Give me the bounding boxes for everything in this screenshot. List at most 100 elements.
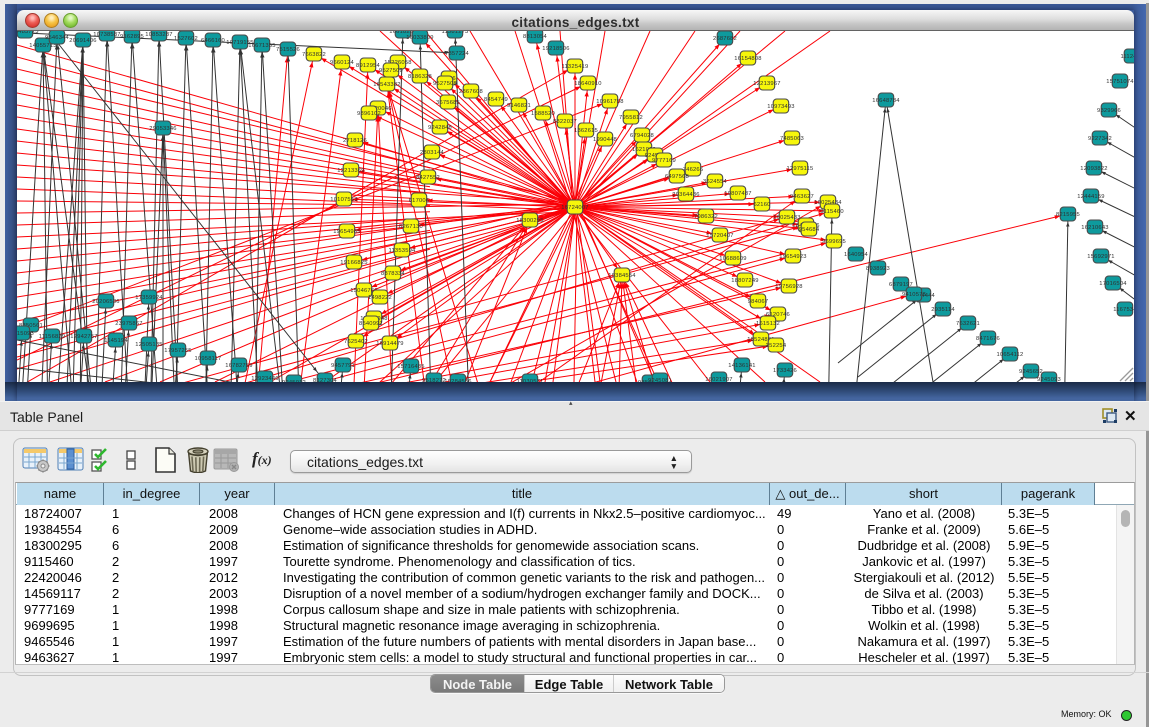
svg-text:12975115: 12975115 bbox=[787, 166, 814, 172]
svg-text:7986322: 7986322 bbox=[694, 214, 718, 220]
svg-text:1527602: 1527602 bbox=[174, 36, 198, 42]
svg-text:17359924: 17359924 bbox=[135, 295, 163, 301]
svg-text:3624554: 3624554 bbox=[703, 179, 728, 185]
svg-text:10107553: 10107553 bbox=[330, 197, 357, 203]
svg-text:11325419: 11325419 bbox=[562, 64, 589, 70]
svg-text:2803144: 2803144 bbox=[420, 150, 445, 156]
svg-text:10958117: 10958117 bbox=[195, 356, 222, 362]
svg-text:1615132: 1615132 bbox=[756, 321, 780, 327]
svg-text:7515526: 7515526 bbox=[276, 47, 300, 53]
svg-text:29053346: 29053346 bbox=[149, 126, 176, 132]
svg-text:8322037: 8322037 bbox=[553, 119, 577, 125]
svg-text:18640910: 18640910 bbox=[574, 81, 601, 87]
svg-text:10688609: 10688609 bbox=[719, 256, 746, 262]
svg-text:954684: 954684 bbox=[799, 227, 820, 233]
svg-text:9146821: 9146821 bbox=[507, 103, 531, 109]
svg-text:8127304: 8127304 bbox=[313, 378, 338, 382]
svg-text:9896102: 9896102 bbox=[357, 111, 381, 117]
svg-text:6794028: 6794028 bbox=[630, 133, 654, 139]
svg-text:20691406: 20691406 bbox=[69, 38, 96, 44]
svg-text:9527508: 9527508 bbox=[433, 81, 457, 87]
svg-text:10973493: 10973493 bbox=[767, 104, 794, 110]
svg-text:7632621: 7632621 bbox=[956, 321, 980, 327]
svg-text:746266: 746266 bbox=[683, 167, 704, 173]
svg-text:18300295: 18300295 bbox=[516, 218, 543, 224]
svg-text:1640954: 1640954 bbox=[844, 252, 869, 258]
svg-text:12923446: 12923446 bbox=[251, 376, 278, 382]
svg-text:9245093: 9245093 bbox=[1037, 377, 1061, 382]
svg-text:8186328: 8186328 bbox=[408, 74, 432, 80]
svg-text:1990448: 1990448 bbox=[593, 137, 617, 143]
svg-text:19218506: 19218506 bbox=[542, 46, 569, 52]
svg-text:12942757: 12942757 bbox=[70, 334, 97, 340]
svg-text:9546344: 9546344 bbox=[45, 35, 70, 41]
svg-text:12213369: 12213369 bbox=[337, 168, 364, 174]
svg-text:9463627: 9463627 bbox=[790, 194, 814, 200]
svg-text:1498222: 1498222 bbox=[368, 295, 392, 301]
svg-text:19654985: 19654985 bbox=[333, 229, 360, 235]
svg-text:8912954: 8912954 bbox=[356, 63, 381, 69]
svg-text:15720407: 15720407 bbox=[706, 233, 733, 239]
svg-text:7485063: 7485063 bbox=[780, 136, 804, 142]
svg-text:6466160: 6466160 bbox=[201, 38, 225, 44]
svg-text:16914479: 16914479 bbox=[376, 341, 403, 347]
svg-text:8427552: 8427552 bbox=[416, 175, 440, 181]
svg-text:10807487: 10807487 bbox=[724, 191, 751, 197]
svg-text:9329966: 9329966 bbox=[1097, 108, 1121, 114]
svg-text:10853287: 10853287 bbox=[145, 32, 172, 38]
svg-text:19756928: 19756928 bbox=[775, 284, 802, 290]
svg-text:1733426: 1733426 bbox=[773, 368, 797, 374]
svg-text:16033809: 16033809 bbox=[406, 35, 433, 41]
svg-text:2935114: 2935114 bbox=[931, 307, 955, 313]
svg-text:9777169: 9777169 bbox=[652, 158, 676, 164]
svg-text:11156829: 11156829 bbox=[39, 334, 66, 340]
svg-text:10961758: 10961758 bbox=[596, 99, 623, 105]
svg-text:16648784: 16648784 bbox=[872, 98, 900, 104]
svg-text:16210643: 16210643 bbox=[1081, 225, 1108, 231]
svg-text:8813054: 8813054 bbox=[523, 34, 548, 40]
svg-text:9245652: 9245652 bbox=[1019, 369, 1043, 375]
svg-text:11353594: 11353594 bbox=[389, 248, 417, 254]
svg-text:10284556: 10284556 bbox=[444, 379, 471, 382]
svg-text:19384554: 19384554 bbox=[608, 273, 636, 279]
svg-text:8471676: 8471676 bbox=[976, 336, 1000, 342]
svg-text:20483723: 20483723 bbox=[17, 31, 39, 35]
svg-text:1145194: 1145194 bbox=[104, 338, 128, 344]
svg-text:3915093: 3915093 bbox=[17, 331, 34, 337]
svg-text:2718126: 2718126 bbox=[343, 138, 367, 144]
svg-text:9242848: 9242848 bbox=[428, 125, 452, 131]
svg-text:2867608: 2867608 bbox=[459, 89, 483, 95]
svg-text:15716485: 15716485 bbox=[397, 364, 424, 370]
svg-text:10654112: 10654112 bbox=[997, 352, 1024, 358]
svg-text:617006: 617006 bbox=[409, 198, 430, 204]
svg-text:9699695: 9699695 bbox=[822, 239, 846, 245]
svg-text:1588520: 1588520 bbox=[531, 111, 555, 117]
svg-text:16671355: 16671355 bbox=[248, 43, 275, 49]
svg-text:11030571: 11030571 bbox=[517, 379, 544, 382]
svg-text:12444159: 12444159 bbox=[1077, 194, 1104, 200]
svg-text:2687682: 2687682 bbox=[713, 36, 737, 42]
svg-text:252254: 252254 bbox=[766, 343, 787, 349]
svg-text:6497568: 6497568 bbox=[665, 174, 689, 180]
svg-text:14136141: 14136141 bbox=[728, 363, 755, 369]
svg-text:9527509: 9527509 bbox=[379, 68, 403, 74]
svg-text:16782759: 16782759 bbox=[225, 363, 252, 369]
svg-text:12093822: 12093822 bbox=[1080, 166, 1107, 172]
svg-text:9660124: 9660124 bbox=[330, 60, 355, 66]
svg-text:12213967: 12213967 bbox=[753, 81, 780, 87]
svg-text:10738587: 10738587 bbox=[93, 32, 120, 38]
svg-text:18724007: 18724007 bbox=[561, 205, 588, 211]
svg-text:18807249: 18807249 bbox=[731, 278, 758, 284]
svg-text:19654923: 19654923 bbox=[779, 254, 806, 260]
svg-text:8938923: 8938923 bbox=[866, 266, 890, 272]
svg-text:8267130: 8267130 bbox=[399, 224, 423, 230]
svg-text:16021907: 16021907 bbox=[705, 377, 732, 382]
svg-text:20364436: 20364436 bbox=[672, 192, 699, 198]
svg-text:17957255: 17957255 bbox=[164, 348, 191, 354]
svg-text:1167534: 1167534 bbox=[1113, 307, 1134, 313]
svg-text:7357224: 7357224 bbox=[445, 51, 470, 57]
svg-text:15751074: 15751074 bbox=[1106, 79, 1134, 85]
svg-text:8878334: 8878334 bbox=[381, 271, 406, 277]
svg-text:9410573: 9410573 bbox=[902, 292, 926, 298]
svg-text:15692971: 15692971 bbox=[1087, 254, 1114, 260]
